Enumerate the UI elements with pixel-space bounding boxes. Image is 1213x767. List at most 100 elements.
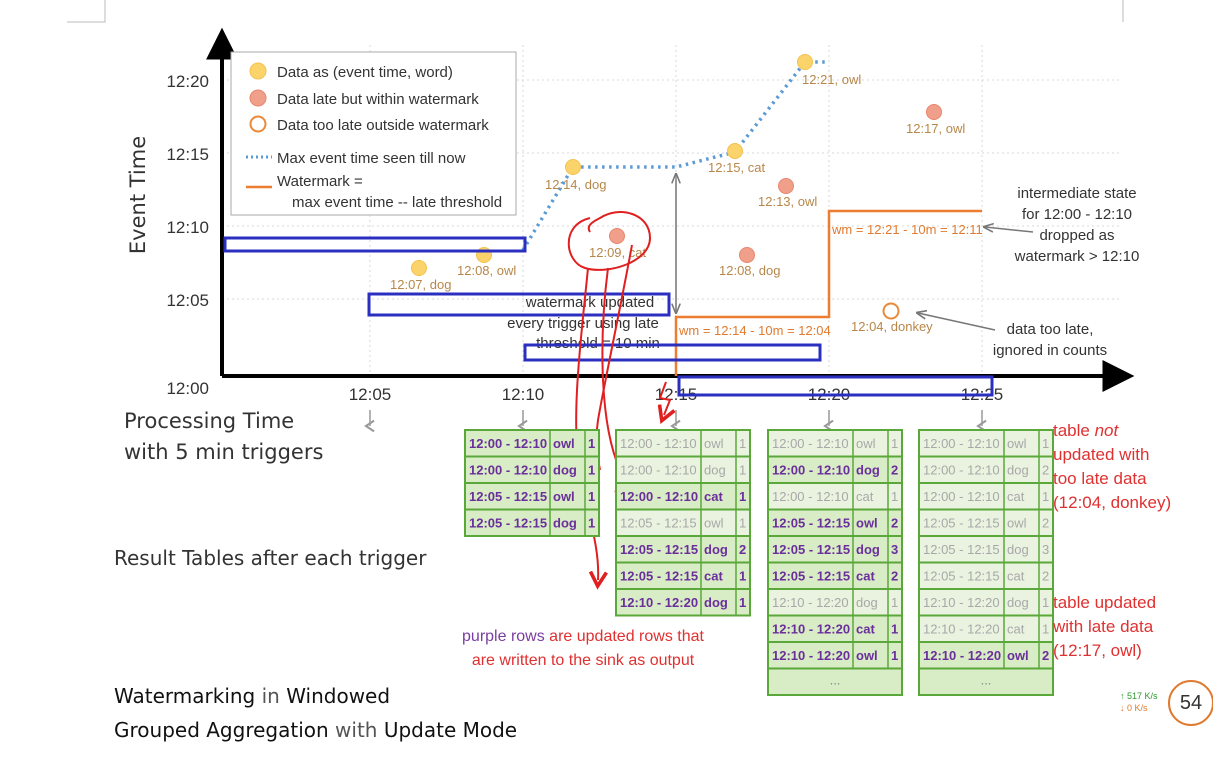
table-cell-window: 12:10 - 12:20 [923,622,1000,637]
diagram-title-line2: Grouped Aggregation with Update Mode [114,718,517,742]
table-cell-window: 12:00 - 12:10 [923,463,1000,478]
table-row: 12:05 - 12:15 dog 3 [918,535,1054,564]
legend-item: Data late but within watermark [277,91,479,108]
y-axis-title: Event Time [126,136,150,254]
table-row: 12:00 - 12:10 cat 1 [615,482,751,511]
table-cell-word: cat [1007,569,1025,584]
table-cell-word: dog [1007,463,1029,478]
table-row: 12:00 - 12:10 cat 1 [918,482,1054,511]
table-row: 12:00 - 12:10 dog 2 [767,455,903,484]
annotation-text: data too late, [1007,321,1094,338]
table-cell-word: cat [704,569,723,584]
table-ellipsis: ... [981,673,992,688]
table-cell-word: owl [553,436,575,451]
table-cell-window: 12:00 - 12:10 [620,463,697,478]
legend-item: max event time -- late threshold [292,194,502,211]
legend-hollow-dot-icon [249,115,267,133]
table-cell-count: 3 [891,542,898,557]
table-cell-word: owl [1007,436,1027,451]
table-row: 12:00 - 12:10 dog 2 [918,455,1054,484]
table-cell-count: 2 [1042,516,1049,531]
highlight-boxes [223,236,994,397]
table-cell-count: 1 [1042,489,1049,504]
annotation-arrow [985,227,1034,233]
table-cell-window: 12:05 - 12:15 [469,489,547,504]
table-cell-count: 3 [1042,542,1049,557]
data-point-late [739,247,755,263]
data-point-label: 12:08, dog [719,263,780,278]
table-cell-word: dog [1007,595,1029,610]
table-cell-window: 12:05 - 12:15 [469,516,547,531]
table-row: 12:10 - 12:20 dog 1 [767,588,903,617]
watermark-label: wm = 12:21 - 10m = 12:11 [831,222,983,237]
table-cell-word: owl [553,489,575,504]
y-tick-label: 12:15 [166,145,209,164]
diagram-title-line1: Watermarking in Windowed [114,684,390,708]
table-row: 12:05 - 12:15 cat 1 [615,561,751,590]
not-updated-note-2: updated with [1053,445,1149,464]
table-row: 12:05 - 12:15 dog 2 [615,535,751,564]
result-table: 12:00 - 12:10 owl 112:00 - 12:10 dog 112:00 … [615,429,751,617]
table-cell-window: 12:00 - 12:10 [772,489,849,504]
table-cell-count: 2 [739,542,746,557]
table-row: 12:00 - 12:10 owl 1 [918,429,1054,458]
table-cell-word: dog [553,463,577,478]
annotation-text: watermark updated [525,294,654,311]
table-cell-count: 1 [739,569,746,584]
table-cell-count: 1 [588,436,595,451]
y-tick-label: 12:20 [166,72,209,91]
not-updated-note-4: (12:04, donkey) [1053,493,1171,512]
table-cell-word: owl [856,648,878,663]
table-cell-count: 1 [588,489,595,504]
updated-note-3: (12:17, owl) [1053,641,1142,660]
table-row: 12:10 - 12:20 dog 1 [615,588,751,617]
table-cell-count: 1 [1042,595,1049,610]
title-windowed: Windowed [286,684,390,708]
table-cell-word: owl [1007,648,1029,663]
title-with: with [329,718,384,742]
title-update-mode: Update Mode [384,718,517,742]
table-ellipsis: ... [830,673,841,688]
table-cell-window: 12:00 - 12:10 [469,436,547,451]
table-cell-window: 12:00 - 12:10 [772,463,850,478]
legend-item: Data as (event time, word) [277,64,453,81]
annotation-text: intermediate state [1017,185,1136,202]
table-cell-word: cat [704,489,723,504]
title-in: in [255,684,286,708]
speed-badge[interactable]: 54 [1168,680,1213,726]
updated-note-2: with late data [1052,617,1154,636]
legend-item: Watermark = [277,173,363,190]
table-cell-word: cat [1007,622,1025,637]
data-point-late [926,104,942,120]
table-cell-count: 2 [891,569,898,584]
table-cell-window: 12:00 - 12:10 [620,489,698,504]
table-cell-count: 1 [891,436,898,451]
annotation-text: ignored in counts [993,342,1107,359]
table-cell-count: 1 [739,489,746,504]
purple-rows-note-c: are written to the sink as output [472,652,695,669]
table-cell-word: dog [704,595,728,610]
x-tick-label: 12:10 [502,385,545,404]
table-cell-window: 12:05 - 12:15 [923,516,1000,531]
table-cell-window: 12:05 - 12:15 [620,542,698,557]
table-cell-window: 12:00 - 12:10 [923,489,1000,504]
table-cell-word: dog [704,463,726,478]
table-cell-window: 12:05 - 12:15 [620,516,697,531]
table-cell-count: 1 [891,648,898,663]
table-cell-count: 1 [588,463,595,478]
table-cell-count: 2 [1042,569,1049,584]
table-cell-count: 2 [1042,648,1049,663]
title-grouped-aggregation: Grouped Aggregation [114,718,329,742]
y-tick-label: 12:05 [166,291,209,310]
table-cell-word: dog [1007,542,1029,557]
table-cell-count: 2 [891,516,898,531]
data-point [411,260,427,276]
table-cell-count: 1 [1042,622,1049,637]
table-cell-word: cat [856,489,874,504]
table-row: 12:10 - 12:20 dog 1 [918,588,1054,617]
table-cell-word: dog [856,542,880,557]
annotation-text: dropped as [1039,227,1114,244]
data-point-label: 12:07, dog [390,277,451,292]
table-cell-window: 12:10 - 12:20 [772,595,849,610]
table-cell-word: cat [856,569,875,584]
